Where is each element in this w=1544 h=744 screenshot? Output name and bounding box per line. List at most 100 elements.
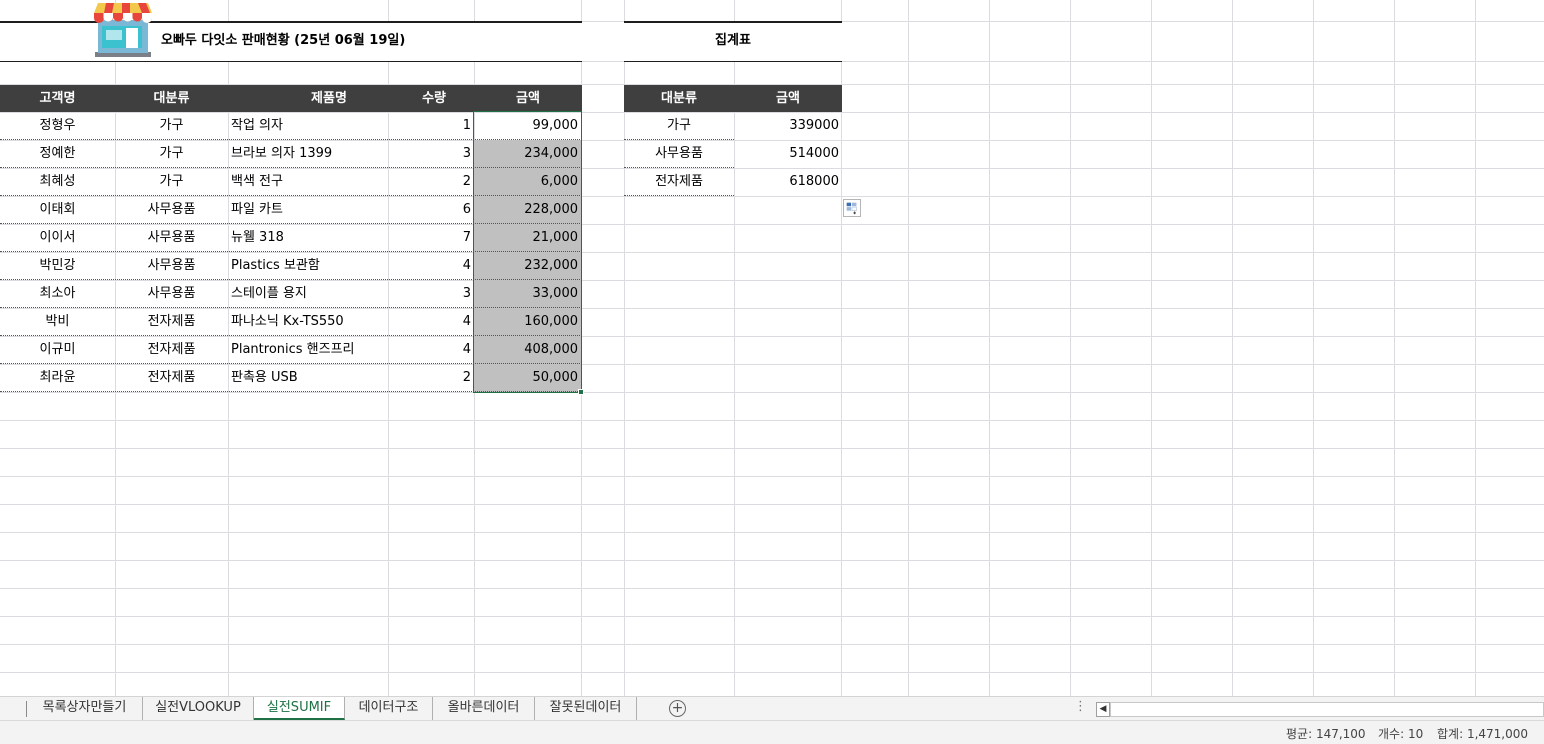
- status-average: 평균: 147,100: [1286, 727, 1366, 741]
- paste-options-icon[interactable]: [843, 199, 861, 217]
- cell-qty[interactable]: 4: [388, 308, 474, 336]
- cell-product[interactable]: 파일 카트: [228, 196, 388, 224]
- gridline: [0, 476, 1544, 477]
- row-border: [0, 391, 582, 392]
- cell-category[interactable]: 가구: [115, 140, 228, 168]
- cell-product[interactable]: Plastics 보관함: [228, 252, 388, 280]
- gridline: [1394, 0, 1395, 696]
- row-border: [624, 195, 734, 196]
- cell-qty[interactable]: 4: [388, 252, 474, 280]
- cell-qty[interactable]: 4: [388, 336, 474, 364]
- fill-handle[interactable]: [578, 389, 584, 395]
- summary-cell-category[interactable]: 전자제품: [624, 168, 734, 196]
- cell-customer[interactable]: 박비: [0, 308, 115, 336]
- cell-category[interactable]: 사무용품: [115, 252, 228, 280]
- more-options-icon[interactable]: ⋮: [1074, 699, 1087, 714]
- status-bar: 평균: 147,100 개수: 10 합계: 1,471,000: [0, 720, 1544, 744]
- gridline: [0, 504, 1544, 505]
- scroll-left-icon[interactable]: ◀: [1096, 702, 1110, 717]
- cell-qty[interactable]: 3: [388, 280, 474, 308]
- cell-category[interactable]: 전자제품: [115, 336, 228, 364]
- cell-product[interactable]: 작업 의자: [228, 112, 388, 140]
- gridline: [1313, 0, 1314, 696]
- cell-category[interactable]: 사무용품: [115, 224, 228, 252]
- cell-amount[interactable]: 228,000: [474, 196, 581, 224]
- cell-customer[interactable]: 정예한: [0, 140, 115, 168]
- cell-customer[interactable]: 이규미: [0, 336, 115, 364]
- status-sum: 합계: 1,471,000: [1437, 727, 1529, 741]
- cell-amount[interactable]: 6,000: [474, 168, 581, 196]
- cell-amount[interactable]: 99,000: [474, 112, 581, 140]
- header-customer[interactable]: 고객명: [0, 85, 115, 112]
- cell-product[interactable]: 백색 전구: [228, 168, 388, 196]
- sheet-title: 오빠두 다잇소 판매현황 (25년 06월 19일): [161, 33, 406, 48]
- cell-category[interactable]: 전자제품: [115, 308, 228, 336]
- gridline: [0, 532, 1544, 533]
- gridline: [0, 672, 1544, 673]
- cell-customer[interactable]: 정형우: [0, 112, 115, 140]
- gridline: [0, 588, 1544, 589]
- cell-amount[interactable]: 50,000: [474, 364, 581, 392]
- cell-amount[interactable]: 234,000: [474, 140, 581, 168]
- header-category[interactable]: 대분류: [115, 85, 228, 112]
- cell-customer[interactable]: 박민강: [0, 252, 115, 280]
- cell-amount[interactable]: 21,000: [474, 224, 581, 252]
- cell-category[interactable]: 사무용품: [115, 196, 228, 224]
- summary-cell-category[interactable]: 사무용품: [624, 140, 734, 168]
- cell-product[interactable]: Plantronics 핸즈프리: [228, 336, 388, 364]
- tab-vlookup[interactable]: 실전VLOOKUP: [143, 697, 254, 720]
- gridline: [1070, 0, 1071, 696]
- summary-border-bottom: [624, 61, 842, 62]
- gridline: [1151, 0, 1152, 696]
- tab-sumif[interactable]: 실전SUMIF: [254, 697, 345, 720]
- cell-amount[interactable]: 408,000: [474, 336, 581, 364]
- tab-correct-data[interactable]: 올바른데이터: [433, 697, 535, 720]
- cell-customer[interactable]: 최소아: [0, 280, 115, 308]
- cell-customer[interactable]: 최라윤: [0, 364, 115, 392]
- cell-qty[interactable]: 3: [388, 140, 474, 168]
- cell-product[interactable]: 뉴웰 318: [228, 224, 388, 252]
- tab-listbox[interactable]: 목록상자만들기: [27, 697, 143, 720]
- cell-amount[interactable]: 232,000: [474, 252, 581, 280]
- gridline: [908, 0, 909, 696]
- cell-customer[interactable]: 이이서: [0, 224, 115, 252]
- gridline: [1232, 0, 1233, 696]
- cell-category[interactable]: 전자제품: [115, 364, 228, 392]
- sheet-tab-bar: 목록상자만들기 실전VLOOKUP 실전SUMIF 데이터구조 올바른데이터 잘…: [0, 696, 1544, 720]
- cell-product[interactable]: 스테이플 용지: [228, 280, 388, 308]
- summary-cell-amount[interactable]: 618000: [734, 168, 842, 196]
- summary-title: 집계표: [715, 33, 751, 48]
- cell-amount[interactable]: 160,000: [474, 308, 581, 336]
- summary-header-category[interactable]: 대분류: [624, 85, 734, 112]
- gridline: [0, 392, 1544, 393]
- cell-amount[interactable]: 33,000: [474, 280, 581, 308]
- header-qty[interactable]: 수량: [388, 85, 474, 112]
- cell-category[interactable]: 사무용품: [115, 280, 228, 308]
- cell-category[interactable]: 가구: [115, 112, 228, 140]
- cell-qty[interactable]: 7: [388, 224, 474, 252]
- cell-qty[interactable]: 2: [388, 168, 474, 196]
- cell-qty[interactable]: 6: [388, 196, 474, 224]
- gridline: [0, 448, 1544, 449]
- summary-cell-amount[interactable]: 514000: [734, 140, 842, 168]
- cell-qty[interactable]: 1: [388, 112, 474, 140]
- summary-cell-amount[interactable]: 339000: [734, 112, 842, 140]
- tab-data-structure[interactable]: 데이터구조: [345, 697, 433, 720]
- tab-wrong-data[interactable]: 잘못된데이터: [535, 697, 637, 720]
- cell-qty[interactable]: 2: [388, 364, 474, 392]
- summary-header-amount[interactable]: 금액: [734, 85, 842, 112]
- gridline: [989, 0, 990, 696]
- cell-customer[interactable]: 이태회: [0, 196, 115, 224]
- summary-cell-category[interactable]: 가구: [624, 112, 734, 140]
- horizontal-scrollbar[interactable]: [1110, 702, 1544, 717]
- cell-product[interactable]: 브라보 의자 1399: [228, 140, 388, 168]
- cell-customer[interactable]: 최혜성: [0, 168, 115, 196]
- plus-circle-icon[interactable]: +: [669, 700, 686, 717]
- cell-product[interactable]: 파나소닉 Kx-TS550: [228, 308, 388, 336]
- cell-category[interactable]: 가구: [115, 168, 228, 196]
- gridline: [1475, 0, 1476, 696]
- cell-product[interactable]: 판촉용 USB: [228, 364, 388, 392]
- gridline: [0, 644, 1544, 645]
- worksheet-grid[interactable]: 오빠두 다잇소 판매현황 (25년 06월 19일) 집계표 고객명 대분류 제…: [0, 0, 1544, 696]
- header-amount[interactable]: 금액: [474, 85, 582, 112]
